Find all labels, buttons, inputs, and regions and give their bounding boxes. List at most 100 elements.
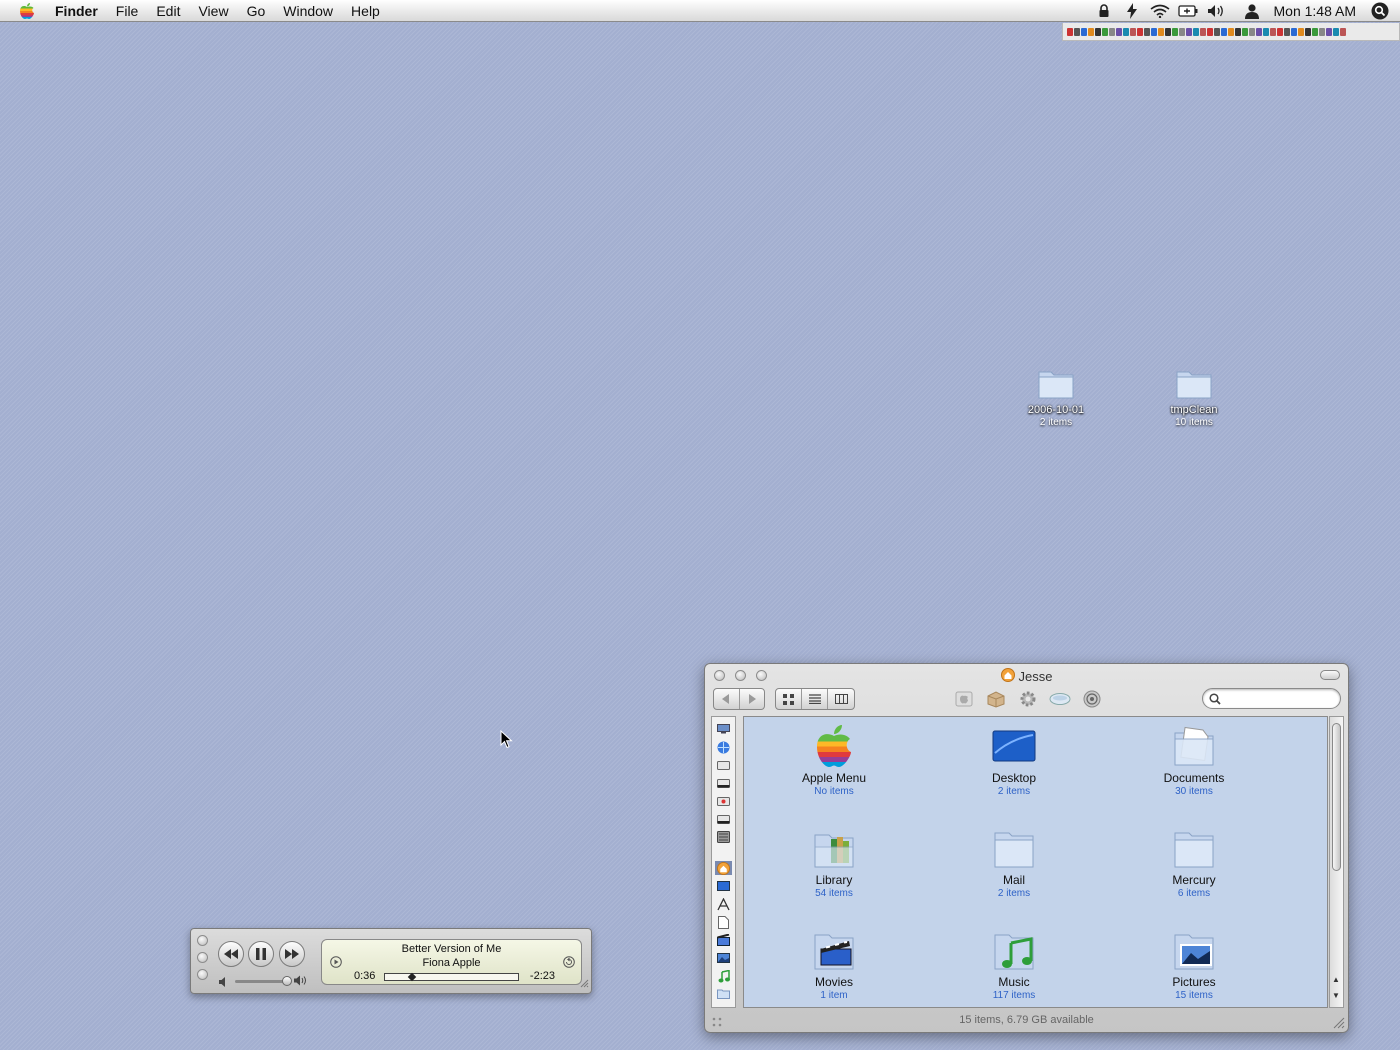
column-view-button[interactable] (828, 689, 854, 709)
menu-extra-icon[interactable] (1207, 27, 1213, 36)
sidebar-item-disk-1[interactable] (715, 758, 732, 772)
menu-extra-icon[interactable] (1298, 27, 1304, 36)
toolbar-toggle-button[interactable] (1320, 670, 1340, 680)
menu-extra-icon[interactable] (1193, 27, 1199, 36)
menu-extra-icon[interactable] (1067, 27, 1073, 36)
menu-extra-icon[interactable] (1186, 27, 1192, 36)
menu-extra-icon[interactable] (1151, 27, 1157, 36)
sidebar-item-music[interactable] (715, 969, 732, 983)
menu-extra-icon[interactable] (1235, 27, 1241, 36)
menu-extra-icon[interactable] (1263, 27, 1269, 36)
menu-extra-icon[interactable] (1200, 27, 1206, 36)
bolt-icon[interactable] (1122, 1, 1142, 21)
menu-extra-icon[interactable] (1249, 27, 1255, 36)
list-item[interactable]: Mercury 6 items (1129, 825, 1259, 900)
volume-slider[interactable] (235, 976, 292, 986)
sidebar-item-computer[interactable] (715, 722, 732, 736)
menu-extra-icon[interactable] (1277, 27, 1283, 36)
snapback-icon[interactable] (563, 956, 575, 971)
list-item[interactable]: Music 117 items (949, 927, 1079, 1002)
back-button[interactable] (714, 689, 740, 709)
menu-extra-icon[interactable] (1109, 27, 1115, 36)
sidebar-item-disk-2[interactable] (715, 776, 732, 790)
menu-extra-icon[interactable] (1305, 27, 1311, 36)
list-item[interactable]: Mail 2 items (949, 825, 1079, 900)
previous-track-button[interactable] (218, 941, 244, 967)
menu-extra-icon[interactable] (1326, 27, 1332, 36)
user-icon[interactable] (1242, 1, 1262, 21)
list-item[interactable]: Library 54 items (769, 825, 899, 900)
sidebar-item-network[interactable] (715, 740, 732, 754)
sidebar-item-disk-4[interactable] (715, 812, 732, 826)
menu-extra-icon[interactable] (1158, 27, 1164, 36)
menu-extra-icon[interactable] (1221, 27, 1227, 36)
sidebar-item-pictures[interactable] (715, 951, 732, 965)
menu-extra-icon[interactable] (1284, 27, 1290, 36)
list-view-button[interactable] (802, 689, 828, 709)
menu-edit[interactable]: Edit (147, 0, 189, 22)
sidebar-item-disk-5[interactable] (715, 830, 732, 844)
apple-toolbar-icon[interactable] (952, 688, 976, 710)
menu-extra-icon[interactable] (1102, 27, 1108, 36)
desktop-folder-tmpclean[interactable]: tmpClean 10 items (1149, 366, 1239, 429)
menu-window[interactable]: Window (274, 0, 342, 22)
vertical-scrollbar[interactable]: ▲ ▼ (1329, 716, 1344, 1008)
menu-extra-icon[interactable] (1137, 27, 1143, 36)
sidebar-item-home[interactable] (715, 861, 732, 875)
menu-extra-icon[interactable] (1116, 27, 1122, 36)
sidebar-item-applications[interactable] (715, 897, 732, 911)
close-button[interactable] (197, 935, 208, 946)
menu-extra-icon[interactable] (1242, 27, 1248, 36)
menu-file[interactable]: File (107, 0, 148, 22)
search-field[interactable] (1202, 688, 1341, 709)
search-input[interactable] (1225, 691, 1333, 707)
gear-icon[interactable] (1016, 688, 1040, 710)
sidebar-item-desktop[interactable] (715, 879, 732, 893)
battery-icon[interactable] (1177, 1, 1198, 21)
spotlight-icon[interactable] (1370, 1, 1390, 21)
next-track-button[interactable] (279, 941, 305, 967)
menu-extra-icon[interactable] (1074, 27, 1080, 36)
burn-icon[interactable] (1080, 688, 1104, 710)
menu-extra-icon[interactable] (1228, 27, 1234, 36)
wifi-icon[interactable] (1150, 1, 1170, 21)
list-item[interactable]: Movies 1 item (769, 927, 899, 1002)
resize-grip-icon[interactable] (1333, 1017, 1345, 1029)
menu-extra-icon[interactable] (1172, 27, 1178, 36)
menu-extra-icon[interactable] (1270, 27, 1276, 36)
menu-extra-icon[interactable] (1123, 27, 1129, 36)
menu-extra-icon[interactable] (1256, 27, 1262, 36)
menu-extra-icon[interactable] (1165, 27, 1171, 36)
scrollbar-thumb[interactable] (1332, 723, 1341, 871)
sidebar-item-movies[interactable] (715, 933, 732, 947)
menu-extra-icon[interactable] (1095, 27, 1101, 36)
disk-icon[interactable] (1048, 688, 1072, 710)
scroll-down-arrow-icon[interactable]: ▼ (1332, 991, 1340, 1000)
volume-slider-knob[interactable] (282, 976, 292, 986)
menu-extra-icon[interactable] (1179, 27, 1185, 36)
list-item[interactable]: Pictures 15 items (1129, 927, 1259, 1002)
menu-extras-overflow-strip[interactable] (1062, 23, 1400, 41)
icon-view-button[interactable] (776, 689, 802, 709)
volume-icon[interactable] (1206, 1, 1226, 21)
menu-extra-icon[interactable] (1144, 27, 1150, 36)
forward-button[interactable] (740, 689, 765, 709)
menu-extra-icon[interactable] (1214, 27, 1220, 36)
package-icon[interactable] (984, 688, 1008, 710)
minimize-button[interactable] (197, 952, 208, 963)
menu-extra-icon[interactable] (1081, 27, 1087, 36)
progress-bar[interactable] (384, 972, 519, 982)
sidebar-item-folder[interactable] (715, 987, 732, 1001)
apple-menu-icon[interactable] (17, 1, 37, 21)
list-item[interactable]: Documents 30 items (1129, 723, 1259, 798)
scroll-up-arrow-icon[interactable]: ▲ (1332, 975, 1340, 984)
menu-extra-icon[interactable] (1130, 27, 1136, 36)
menu-extra-icon[interactable] (1319, 27, 1325, 36)
lock-icon[interactable] (1094, 1, 1114, 21)
menu-extra-icon[interactable] (1340, 27, 1346, 36)
resize-grip-icon[interactable] (580, 976, 589, 991)
menu-clock[interactable]: Mon 1:48 AM (1274, 3, 1357, 19)
sidebar-item-documents[interactable] (715, 915, 732, 929)
menu-extra-icon[interactable] (1312, 27, 1318, 36)
menu-extra-icon[interactable] (1333, 27, 1339, 36)
